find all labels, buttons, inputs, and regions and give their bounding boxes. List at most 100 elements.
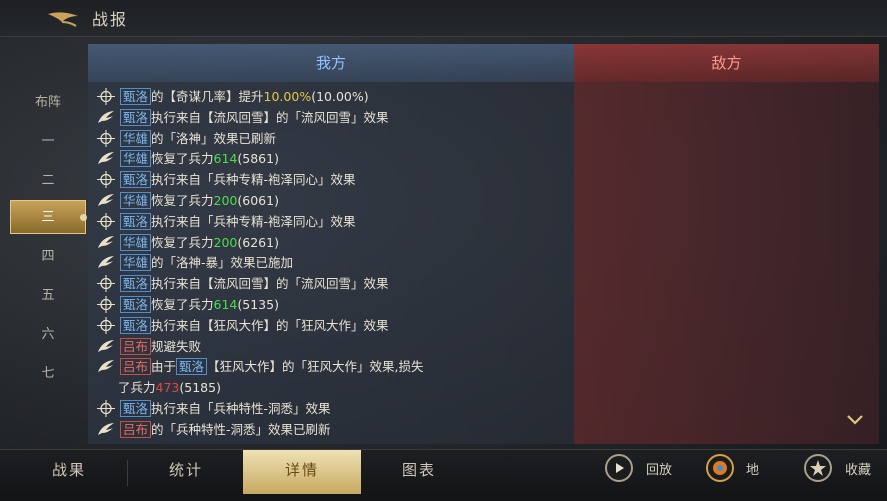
general-name[interactable]: 华雄 (120, 129, 152, 147)
log-text: 吕布 由于 甄洛 【狂风大作】的「狂风大作」效果,损失 (120, 356, 424, 377)
bottom-bar: 战果 统计 详情 图表 回放 地 收藏 (0, 449, 887, 501)
log-segment: 恢复了兵力 (151, 234, 214, 250)
wing-icon (96, 150, 116, 167)
back-icon[interactable] (44, 8, 82, 28)
chevron-down-icon[interactable] (846, 414, 864, 426)
log-text: 甄洛 执行来自「兵种专精-袍泽同心」效果 (120, 169, 356, 190)
general-name[interactable]: 甄洛 (120, 316, 152, 334)
log-segment: 执行来自【流风回雪】的「流风回雪」效果 (151, 276, 389, 292)
general-name[interactable]: 甄洛 (120, 171, 152, 189)
nav-item-round-1[interactable]: 一 (10, 125, 86, 159)
log-text: 了兵力473(5185) (118, 377, 221, 398)
strategy-icon (96, 400, 116, 417)
log-text: 华雄 的「洛神」效果已刷新 (120, 128, 276, 149)
buff-value: 10.00% (263, 89, 312, 104)
general-name[interactable]: 华雄 (120, 192, 152, 209)
enemy-general-name[interactable]: 吕布 (120, 358, 152, 376)
log-segment: 执行来自「兵种特性-洞悉」效果 (151, 401, 331, 416)
wing-icon (96, 234, 116, 251)
general-name[interactable]: 华雄 (120, 233, 152, 251)
log-text: 华雄 恢复了兵力200(6261) (120, 232, 279, 253)
log-segment: 【狂风大作】的「狂风大作」效果,损失 (207, 359, 424, 375)
strategy-icon (96, 88, 116, 105)
nav-item-round-5[interactable]: 五 (10, 279, 86, 313)
nav-item-round-3[interactable]: 三 (10, 200, 87, 234)
general-name[interactable]: 甄洛 (120, 212, 152, 230)
strategy-icon (96, 212, 116, 230)
log-segment: 的「洛神」效果已刷新 (151, 130, 277, 146)
log-text: 华雄 恢复了兵力614(5861) (120, 148, 279, 169)
log-text: 华雄 恢复了兵力200(6061) (120, 190, 279, 211)
enemy-general-name[interactable]: 吕布 (120, 420, 152, 438)
log-text: 甄洛 的【奇谋几率】提升10.00%(10.00%) (120, 86, 369, 107)
general-name[interactable]: 甄洛 (120, 296, 152, 313)
enemy-general-name[interactable]: 吕布 (120, 337, 152, 355)
strategy-icon (96, 275, 116, 293)
log-segment: 恢复了兵力 (151, 151, 214, 167)
nav-item-round-4[interactable]: 四 (10, 240, 86, 274)
log-text: 华雄 的「洛神-暴」效果已施加 (120, 252, 293, 273)
log-segment: (6061) (237, 193, 279, 208)
map-icon[interactable] (706, 454, 734, 482)
log-segment: 执行来自「兵种专精-袍泽同心」效果 (151, 172, 356, 188)
tab-our-side[interactable]: 我方 (88, 44, 574, 82)
heal-value: 200 (213, 193, 238, 208)
log-segment: (5185) (179, 380, 221, 396)
nav-item-label: 三 (41, 210, 55, 225)
wing-icon (96, 338, 116, 355)
tab-details[interactable]: 详情 (243, 450, 361, 494)
nav-item-round-7[interactable]: 七 (10, 357, 86, 391)
log-segment: 执行来自【流风回雪】的「流风回雪」效果 (151, 109, 389, 125)
log-segment: (5135) (237, 297, 279, 312)
log-text: 甄洛 执行来自【狂风大作】的「狂风大作」效果 (120, 315, 389, 336)
log-text: 甄洛 执行来自「兵种特性-洞悉」效果 (120, 398, 331, 419)
log-segment: 的【奇谋几率】提升 (151, 89, 264, 104)
heal-value: 200 (213, 234, 238, 250)
log-segment: 恢复了兵力 (151, 297, 214, 312)
star-icon[interactable] (804, 454, 832, 482)
damage-value: 473 (155, 380, 180, 396)
log-text: 甄洛 执行来自【流风回雪】的「流风回雪」效果 (120, 107, 389, 128)
general-name[interactable]: 华雄 (120, 150, 152, 168)
log-text: 吕布 规避失败 (120, 336, 201, 357)
strategy-icon (96, 316, 116, 334)
nav-item-round-6[interactable]: 六 (10, 318, 86, 352)
page-title: 战报 (92, 10, 129, 29)
wing-icon (96, 192, 116, 209)
tab-results[interactable]: 战果 (10, 450, 128, 494)
nav-item-formation[interactable]: 布阵 (10, 86, 86, 120)
log-segment: 了兵力 (118, 380, 156, 396)
log-text: 甄洛 执行来自「兵种专精-袍泽同心」效果 (120, 211, 356, 232)
tab-stats[interactable]: 统计 (127, 450, 245, 494)
log-segment: 的「兵种特性-洞悉」效果已刷新 (151, 421, 331, 437)
wing-icon (96, 254, 116, 271)
general-name[interactable]: 甄洛 (176, 358, 208, 376)
wing-icon (96, 109, 116, 126)
log-segment: (5861) (237, 151, 279, 167)
heal-value: 614 (213, 297, 238, 312)
general-name[interactable]: 甄洛 (120, 400, 152, 417)
replay-icon[interactable] (605, 454, 633, 482)
log-text: 甄洛 恢复了兵力614(5135) (120, 294, 279, 315)
wing-icon (96, 358, 116, 375)
general-name[interactable]: 甄洛 (120, 108, 152, 126)
general-name[interactable]: 甄洛 (120, 88, 152, 105)
top-bar: 战报 (0, 0, 887, 37)
tab-enemy-side[interactable]: 敌方 (574, 44, 879, 82)
heal-value: 614 (213, 151, 238, 167)
nav-item-round-2[interactable]: 二 (10, 164, 86, 198)
log-segment: 由于 (151, 359, 177, 375)
log-segment: 规避失败 (151, 338, 202, 354)
replay-button[interactable]: 回放 (646, 454, 672, 488)
log-segment: 恢复了兵力 (151, 193, 214, 208)
enemy-side-area (574, 44, 879, 444)
log-segment: (10.00%) (311, 89, 369, 104)
general-name[interactable]: 华雄 (120, 254, 152, 272)
map-button[interactable]: 地 (746, 454, 759, 488)
log-text: 吕布 的「兵种特性-洞悉」效果已刷新 (120, 419, 331, 440)
log-segment: 的「洛神-暴」效果已施加 (151, 255, 294, 271)
active-dot-icon (80, 214, 87, 221)
collect-button[interactable]: 收藏 (845, 454, 871, 488)
general-name[interactable]: 甄洛 (120, 275, 152, 293)
tab-chart[interactable]: 图表 (360, 450, 478, 494)
